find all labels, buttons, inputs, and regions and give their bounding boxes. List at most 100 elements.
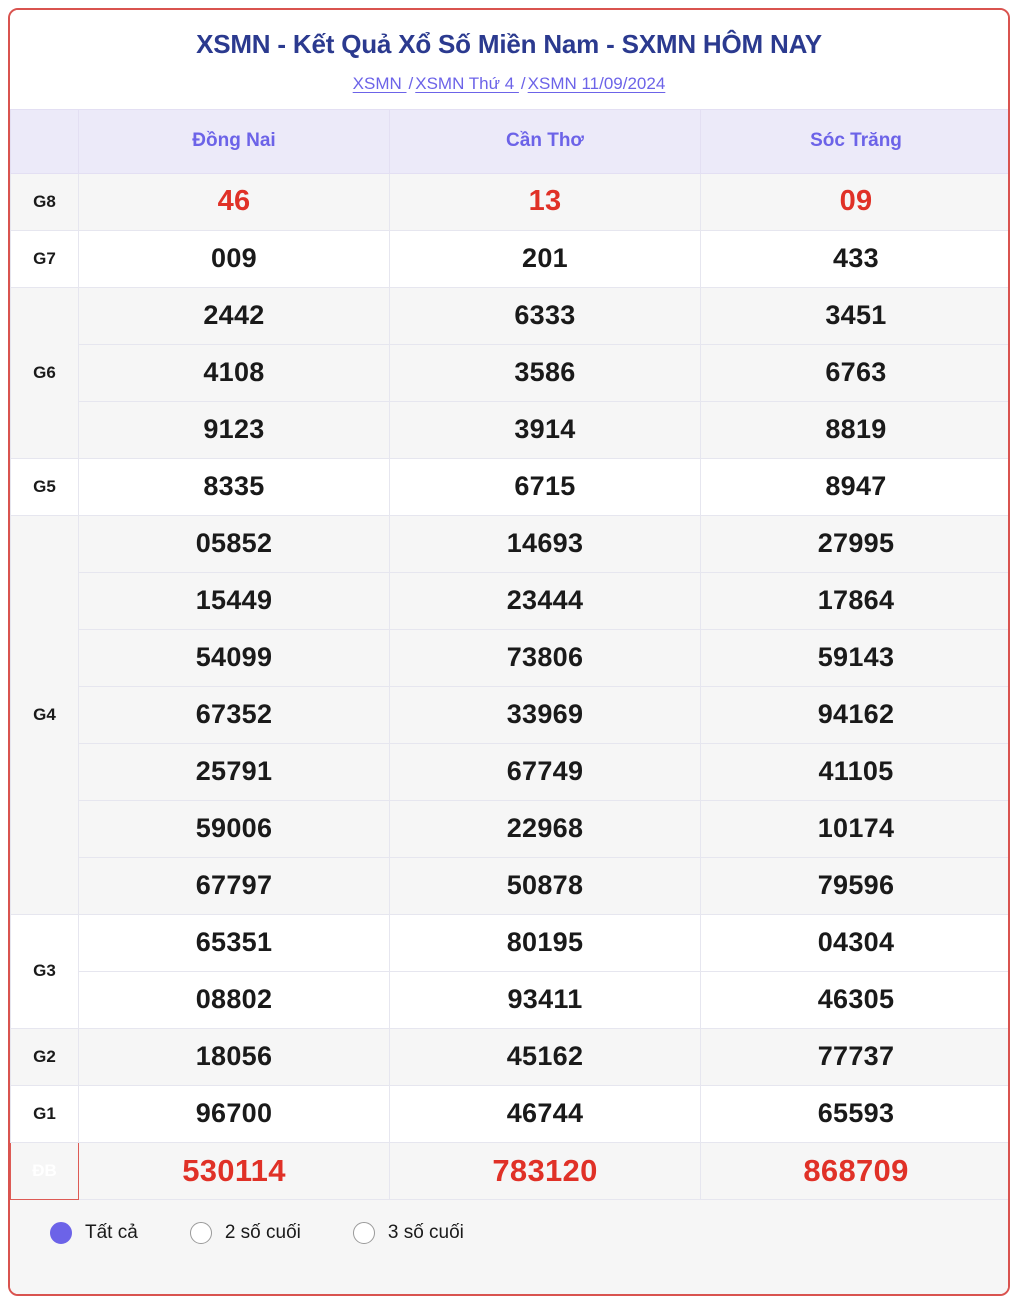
radio-option-3[interactable]: 3 số cuối [352, 1221, 464, 1244]
radio-checked-icon[interactable] [50, 1221, 72, 1244]
prize-label-g5: G5 [10, 457, 79, 516]
breadcrumb-separator-2: / [520, 73, 526, 93]
prize-number: 46305 [700, 970, 1008, 1029]
prize-number: 04304 [700, 913, 1008, 972]
table-row: G5 8335 6715 8947 [10, 457, 1008, 516]
table-row: G3 65351 80195 04304 [10, 913, 1008, 1029]
radio-option-label: 3 số cuối [387, 1221, 464, 1243]
header-blank-cell [10, 108, 79, 174]
prize-number: 18056 [78, 1027, 390, 1086]
prize-number: 3451 [700, 286, 1008, 345]
radio-option-label: Tất cả [85, 1221, 138, 1243]
table-row: 67797 50878 79596 [11, 856, 1008, 915]
prize-number: 009 [78, 229, 390, 288]
prize-number: 67352 [78, 685, 390, 744]
prize-number: 23444 [389, 571, 701, 630]
prize-number: 46 [78, 172, 390, 231]
prize-number: 67797 [78, 856, 390, 915]
prize-number: 65351 [78, 913, 390, 972]
filter-footer: Tất cả 2 số cuối 3 số cuối [10, 1199, 1008, 1294]
prize-number: 08802 [78, 970, 390, 1029]
prize-number: 59006 [78, 799, 390, 858]
prize-number: 77737 [700, 1027, 1008, 1086]
prize-number: 6715 [389, 457, 701, 516]
prize-number: 8947 [700, 457, 1008, 516]
prize-number: 17864 [700, 571, 1008, 630]
prize-number: 3914 [389, 400, 701, 459]
lottery-results-table: Đồng Nai Cần Thơ Sóc Trăng G8 46 13 09 G7 009… [10, 108, 1008, 1200]
prize-number: 79596 [700, 856, 1008, 915]
radio-unchecked-icon[interactable] [189, 1221, 212, 1244]
column-header-province-2: Cần Thơ [389, 108, 701, 174]
prize-number: 2442 [78, 286, 390, 345]
prize-number: 9123 [78, 400, 390, 459]
prize-number: 868709 [700, 1141, 1008, 1200]
table-row: G7 009 201 433 [10, 229, 1008, 288]
table-row: ĐB 530114 783120 868709 [10, 1141, 1008, 1200]
breadcrumb-separator-1: / [408, 73, 414, 93]
table-body: G8 46 13 09 G7 009 201 433 G6 2442 6333 3451 4108 358… [10, 172, 1008, 1200]
prize-number: 4108 [78, 343, 390, 402]
prize-number: 13 [389, 172, 701, 231]
prize-number: 15449 [78, 571, 390, 630]
prize-number: 10174 [700, 799, 1008, 858]
breadcrumb: XSMN / XSMN Thứ 4 /XSMN 11/09/2024 [20, 73, 998, 95]
prize-number: 73806 [389, 628, 701, 687]
card-header: XSMN - Kết Quả Xổ Số Miền Nam - SXMN HÔM… [10, 10, 1008, 109]
prize-number: 67749 [389, 742, 701, 801]
prize-number: 25791 [78, 742, 390, 801]
prize-label-g7: G7 [10, 229, 79, 288]
column-header-province-1: Đồng Nai [78, 108, 390, 174]
prize-number: 14693 [389, 514, 701, 573]
radio-option-2[interactable]: 2 số cuối [189, 1221, 301, 1244]
column-header-province-3: Sóc Trăng [700, 108, 1008, 174]
table-row: 4108 3586 6763 [11, 343, 1008, 402]
radio-unchecked-icon[interactable] [352, 1221, 375, 1244]
prize-number: 201 [389, 229, 701, 288]
prize-number: 09 [700, 172, 1008, 231]
prize-number: 59143 [700, 628, 1008, 687]
breadcrumb-link-weekday[interactable]: XSMN Thứ 4 [415, 74, 519, 93]
prize-number: 80195 [389, 913, 701, 972]
prize-label-g8: G8 [10, 172, 79, 231]
table-row: 15449 23444 17864 [11, 571, 1008, 630]
prize-number: 93411 [389, 970, 701, 1029]
table-row: 67352 33969 94162 [11, 685, 1008, 744]
prize-number: 783120 [389, 1141, 701, 1200]
breadcrumb-link-xsmn[interactable]: XSMN [353, 74, 407, 93]
table-row: 25791 67749 41105 [11, 742, 1008, 801]
table-row: 54099 73806 59143 [11, 628, 1008, 687]
prize-number: 433 [700, 229, 1008, 288]
prize-number: 530114 [78, 1141, 390, 1200]
radio-option-label: 2 số cuối [224, 1221, 301, 1243]
prize-number: 8335 [78, 457, 390, 516]
table-row: G8 46 13 09 [10, 172, 1008, 231]
table-header-row: Đồng Nai Cần Thơ Sóc Trăng [10, 108, 1008, 174]
table-row: G6 2442 6333 3451 [10, 286, 1008, 459]
prize-number: 8819 [700, 400, 1008, 459]
prize-number: 6333 [389, 286, 701, 345]
prize-number: 05852 [78, 514, 390, 573]
digit-filter-radio-group: Tất cả 2 số cuối 3 số cuối [50, 1221, 516, 1244]
prize-number: 3586 [389, 343, 701, 402]
prize-label-g6: G6 [10, 286, 79, 459]
prize-number: 50878 [389, 856, 701, 915]
prize-number: 45162 [389, 1027, 701, 1086]
prize-number: 27995 [700, 514, 1008, 573]
table-row: 59006 22968 10174 [11, 799, 1008, 858]
breadcrumb-link-date[interactable]: XSMN 11/09/2024 [528, 74, 666, 93]
table-row: 9123 3914 8819 [11, 400, 1008, 459]
prize-label-g2: G2 [10, 1027, 79, 1086]
lottery-result-card: XSMN - Kết Quả Xổ Số Miền Nam - SXMN HÔM… [0, 0, 1018, 1304]
page-title: XSMN - Kết Quả Xổ Số Miền Nam - SXMN HÔM… [196, 29, 822, 59]
prize-label-g1: G1 [10, 1084, 79, 1143]
radio-option-1[interactable]: Tất cả [50, 1221, 138, 1244]
table-row: 08802 93411 46305 [11, 970, 1008, 1029]
card-inner: XSMN - Kết Quả Xổ Số Miền Nam - SXMN HÔM… [8, 8, 1010, 1296]
prize-number: 46744 [389, 1084, 701, 1143]
prize-number: 96700 [78, 1084, 390, 1143]
prize-label-g4: G4 [10, 514, 79, 915]
prize-number: 54099 [78, 628, 390, 687]
table-row: G1 96700 46744 65593 [10, 1084, 1008, 1143]
prize-label-g3: G3 [10, 913, 79, 1029]
